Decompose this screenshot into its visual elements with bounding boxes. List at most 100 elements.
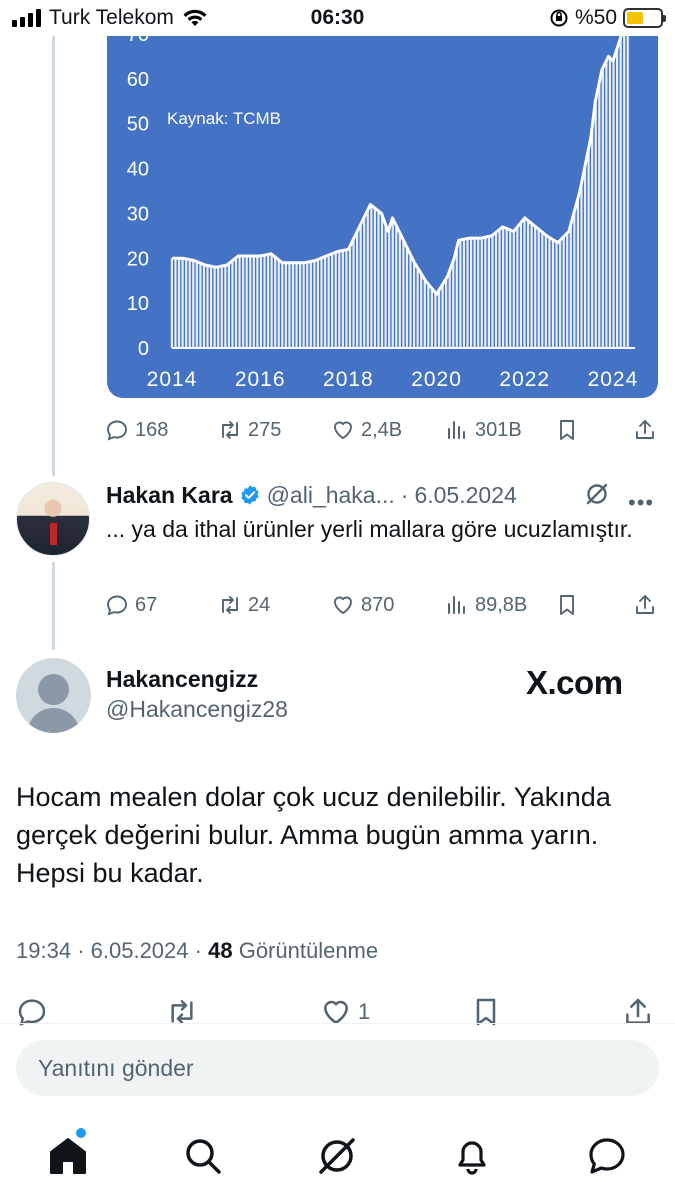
nav-home[interactable] xyxy=(46,1134,90,1178)
chart-bar xyxy=(274,257,277,348)
chart-bar xyxy=(402,240,405,348)
battery-percent: %50 xyxy=(574,6,617,29)
nav-search[interactable] xyxy=(181,1134,225,1178)
chart-bar xyxy=(256,256,259,348)
chart-bar xyxy=(601,67,604,349)
chart-bar xyxy=(295,262,298,348)
x-tick-label: 2014 xyxy=(147,368,198,391)
like-button[interactable]: 870 xyxy=(331,590,394,620)
chart-bar xyxy=(316,259,320,348)
repost-count: 24 xyxy=(248,593,271,616)
chart-bar xyxy=(459,239,462,348)
chart-bar xyxy=(509,229,512,348)
chart-bar xyxy=(619,37,622,348)
x-tick-label: 2024 xyxy=(588,368,639,391)
avatar-default[interactable] xyxy=(16,658,91,733)
reply-count: 168 xyxy=(135,418,169,441)
reply-input[interactable]: Yanıtını gönder xyxy=(16,1040,659,1096)
author-name[interactable]: Hakan Kara xyxy=(106,482,233,509)
avatar-body xyxy=(27,708,80,733)
nav-grok[interactable] xyxy=(315,1134,359,1178)
views-button[interactable]: 301B xyxy=(445,415,522,445)
bottom-nav xyxy=(0,1120,675,1200)
chart-bar xyxy=(430,288,433,348)
bookmark-button[interactable] xyxy=(555,590,579,620)
repost-icon xyxy=(222,421,238,439)
chart-bar xyxy=(569,223,572,348)
y-tick-label: 20 xyxy=(127,248,149,270)
tweet-media-chart[interactable]: 0 10 20 30 40 50 60 70 2014 2016 2018 2020 2022 2024 K… xyxy=(107,36,658,398)
chart-bar xyxy=(423,279,426,348)
repost-button[interactable]: 24 xyxy=(218,590,270,620)
chart-bar xyxy=(356,231,359,348)
like-button[interactable]: 2,4B xyxy=(331,415,402,445)
chart-bar xyxy=(242,256,245,348)
chart-bar xyxy=(398,233,401,348)
nav-notifications[interactable] xyxy=(450,1134,494,1178)
views-count: 48 xyxy=(208,938,233,963)
chart-bar xyxy=(213,266,216,348)
chart-bar xyxy=(516,226,519,348)
chart-bar xyxy=(591,126,594,348)
chart-bar xyxy=(259,255,263,348)
chart-source-label: Kaynak: TCMB xyxy=(167,109,281,128)
bookmark-icon xyxy=(560,420,574,440)
share-button[interactable] xyxy=(633,590,657,620)
chart-bar xyxy=(206,265,209,348)
main-author-name[interactable]: Hakancengizz xyxy=(106,666,258,693)
chart-bar xyxy=(573,210,576,348)
main-author-handle[interactable]: @Hakancengiz28 xyxy=(106,696,288,723)
chart-bar xyxy=(598,81,601,348)
chart-bar xyxy=(594,98,597,348)
chart-bar xyxy=(185,258,188,348)
battery-icon xyxy=(623,8,666,28)
repost-icon xyxy=(222,596,238,614)
like-count: 2,4B xyxy=(361,418,403,441)
chart-bar xyxy=(252,256,255,348)
chart-bar xyxy=(416,268,419,348)
reply-button[interactable]: 67 xyxy=(105,590,157,620)
chart-bar xyxy=(405,247,409,348)
reply-count: 67 xyxy=(135,593,158,616)
meta-sep-2: · xyxy=(194,938,202,963)
bookmark-button[interactable] xyxy=(555,415,579,445)
y-tick-label: 40 xyxy=(127,159,149,181)
chart-bar xyxy=(612,58,615,348)
orientation-lock-icon xyxy=(550,9,568,27)
chart-bar xyxy=(580,182,583,348)
repost-button[interactable]: 275 xyxy=(218,415,281,445)
share-icon xyxy=(636,595,654,614)
grok-icon[interactable] xyxy=(584,481,610,507)
chart-bar xyxy=(576,197,580,348)
tweet-date[interactable]: 6.05.2024 xyxy=(414,482,516,509)
chart-bar xyxy=(188,259,191,348)
nav-messages[interactable] xyxy=(585,1134,629,1178)
views-button[interactable]: 89,8B xyxy=(445,590,527,620)
chart-bar xyxy=(605,60,608,349)
author-handle[interactable]: @ali_haka... xyxy=(267,482,395,509)
notifications-icon xyxy=(458,1141,486,1175)
chart-bars xyxy=(170,36,629,349)
share-button[interactable] xyxy=(633,415,657,445)
reply-placeholder: Yanıtını gönder xyxy=(38,1054,194,1081)
chart-bar xyxy=(323,256,327,348)
chart-bar xyxy=(388,227,391,348)
reply-tweet-header: Hakan Kara @ali_haka... · 6.05.2024 xyxy=(106,480,517,510)
chart-bar xyxy=(445,278,448,348)
avatar-hakan-kara[interactable] xyxy=(16,482,90,556)
reply-button[interactable]: 168 xyxy=(105,415,168,445)
y-tick-label: 0 xyxy=(138,338,149,360)
y-tick-label: 10 xyxy=(127,293,149,315)
chart-bar xyxy=(555,241,558,348)
tweet-meta: 19:34 · 6.05.2024 · 48 Görüntülenme xyxy=(16,938,378,964)
chart-bar xyxy=(544,235,547,348)
y-tick-label: 60 xyxy=(127,69,149,91)
chart-bar xyxy=(491,235,494,348)
verified-badge-icon xyxy=(240,485,259,505)
avatar-tie xyxy=(50,523,57,545)
battery-fill xyxy=(627,12,643,24)
thread-line-top xyxy=(52,36,55,476)
chart-bar xyxy=(277,260,280,348)
chart-bar xyxy=(519,222,523,348)
chart-bar xyxy=(313,260,316,348)
